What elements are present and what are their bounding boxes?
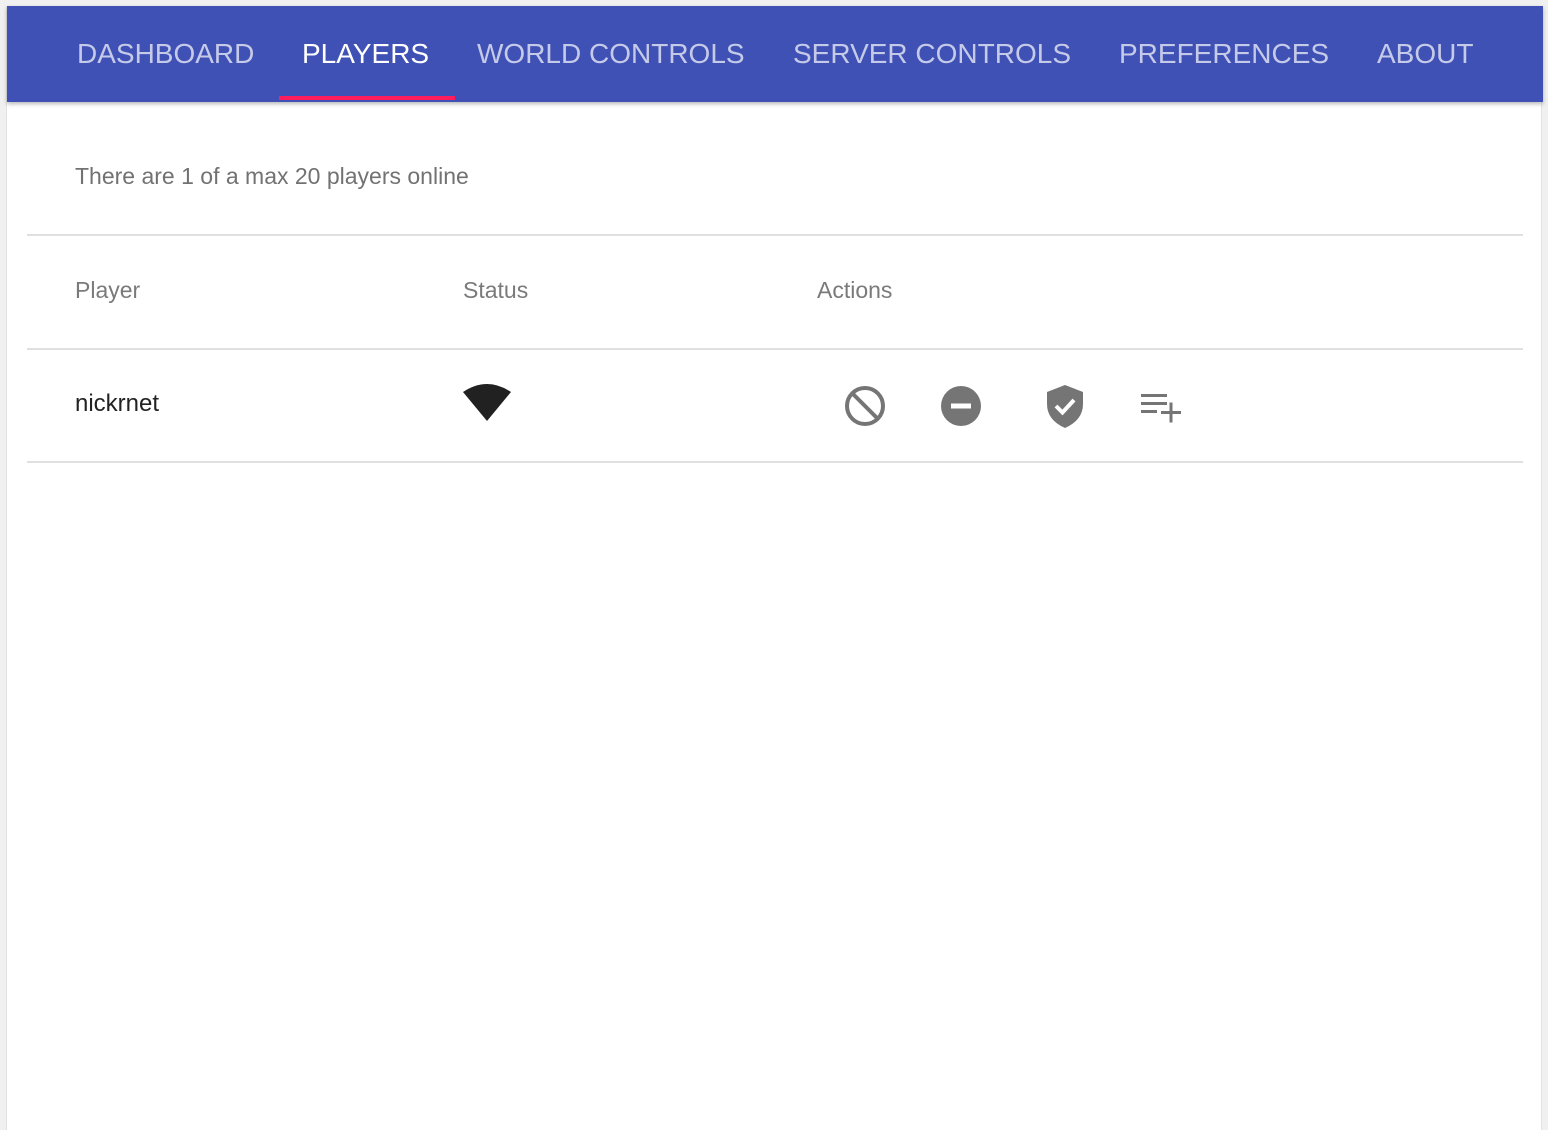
wifi-signal-icon — [463, 384, 511, 421]
player-name: nickrnet — [75, 390, 160, 417]
column-header-player: Player — [75, 277, 141, 303]
tab-players[interactable]: PLAYERS — [302, 6, 429, 102]
divider — [27, 234, 1523, 236]
tab-preferences[interactable]: PREFERENCES — [1119, 6, 1329, 102]
active-tab-indicator — [279, 96, 455, 100]
tab-dashboard[interactable]: DASHBOARD — [77, 6, 254, 102]
tab-server-controls[interactable]: SERVER CONTROLS — [793, 6, 1071, 102]
whitelist-add-icon[interactable] — [1139, 392, 1185, 424]
divider — [27, 348, 1523, 350]
players-online-summary: There are 1 of a max 20 players online — [75, 163, 469, 189]
players-card: DASHBOARD PLAYERS WORLD CONTROLS SERVER … — [6, 6, 1543, 1130]
tab-world-controls[interactable]: WORLD CONTROLS — [477, 6, 745, 102]
op-shield-icon[interactable] — [1043, 382, 1087, 430]
column-header-status: Status — [463, 277, 529, 303]
ban-icon[interactable] — [843, 385, 887, 429]
kick-icon[interactable] — [939, 385, 983, 429]
divider — [27, 461, 1523, 463]
column-header-actions: Actions — [817, 277, 893, 303]
tab-bar: DASHBOARD PLAYERS WORLD CONTROLS SERVER … — [7, 6, 1543, 102]
tab-about[interactable]: ABOUT — [1377, 6, 1473, 102]
